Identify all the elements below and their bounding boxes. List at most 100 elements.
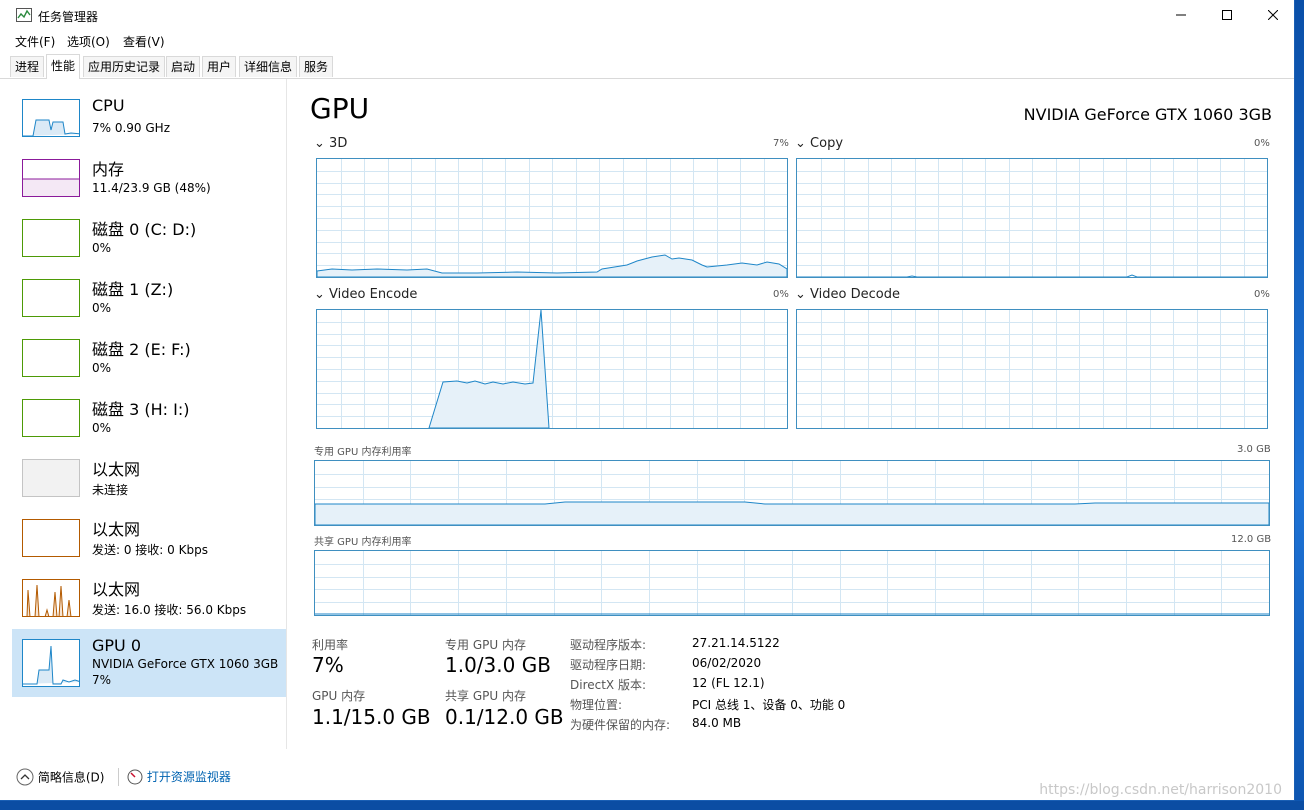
close-button[interactable]: [1250, 0, 1294, 30]
sidebar-item-detail: 11.4/23.9 GB (48%): [92, 181, 211, 195]
gridlines: [317, 159, 787, 277]
desktop-background: [0, 801, 1304, 810]
tab-details[interactable]: 详细信息: [239, 56, 298, 77]
gridlines: [315, 551, 1269, 615]
sidebar-item-disk0[interactable]: 磁盘 0 (C: D:) 0%: [12, 209, 286, 269]
driver-version-label: 驱动程序版本:: [570, 638, 647, 652]
ethernet-thumbnail: [22, 579, 80, 617]
graph-label: 3D: [329, 136, 348, 151]
sidebar-item-name: CPU: [92, 96, 125, 115]
sidebar-item-detail: 发送: 0 接收: 0 Kbps: [92, 543, 208, 557]
sidebar-item-disk3[interactable]: 磁盘 3 (H: I:) 0%: [12, 389, 286, 449]
directx-version-label: DirectX 版本:: [570, 678, 647, 692]
menu-file[interactable]: 文件(F): [15, 33, 55, 50]
menu-options[interactable]: 选项(O): [67, 33, 110, 50]
sidebar-item-name: 以太网: [92, 580, 141, 599]
sidebar-item-gpu0[interactable]: GPU 0 NVIDIA GeForce GTX 1060 3GB 7%: [12, 629, 286, 697]
graph-video-decode: [796, 309, 1268, 429]
chevron-down-icon: ⌄: [795, 287, 806, 302]
sidebar-item-name: 以太网: [92, 520, 141, 539]
graph-copy-percent: 0%: [1254, 138, 1270, 149]
graph-video-decode-dropdown[interactable]: ⌄ Video Decode: [795, 287, 900, 302]
fewer-details-button[interactable]: 简略信息(D): [16, 768, 104, 786]
driver-date-value: 06/02/2020: [692, 656, 762, 670]
footer-divider: [118, 768, 119, 786]
tab-app-history[interactable]: 应用历史记录: [83, 56, 166, 77]
sidebar-item-ethernet-1[interactable]: 以太网 发送: 0 接收: 0 Kbps: [12, 509, 286, 569]
sidebar-item-detail: 0%: [92, 301, 112, 315]
sidebar-item-percent: 7%: [92, 673, 112, 687]
directx-version-value: 12 (FL 12.1): [692, 676, 765, 690]
graph-shared-memory-plot: [315, 551, 1269, 615]
graph-copy-dropdown[interactable]: ⌄ Copy: [795, 136, 843, 151]
physical-location-label: 物理位置:: [570, 698, 623, 712]
sidebar-item-detail: NVIDIA GeForce GTX 1060 3GB: [92, 657, 279, 671]
graph-label: Video Encode: [329, 287, 418, 302]
graph-video-encode-plot: [317, 310, 787, 428]
gpu-memory-stat-value: 1.1/15.0 GB: [312, 705, 431, 729]
chevron-down-icon: ⌄: [314, 287, 325, 302]
sidebar-item-name: 以太网: [92, 460, 141, 479]
physical-location-value: PCI 总线 1、设备 0、功能 0: [692, 698, 846, 712]
sidebar-item-ethernet-disconnected[interactable]: 以太网 未连接: [12, 449, 286, 509]
resource-list: CPU 7% 0.90 GHz 内存 11.4/23.9 GB (48%) 磁盘…: [0, 79, 287, 749]
gpu-memory-stat-label: GPU 内存: [312, 689, 366, 703]
fewer-details-label: 简略信息(D): [37, 770, 105, 785]
tab-services[interactable]: 服务: [299, 56, 334, 77]
utilization-value: 7%: [312, 653, 344, 677]
sidebar-item-name: GPU 0: [92, 636, 142, 655]
graph-dedicated-memory-plot: [315, 461, 1269, 525]
tab-startup[interactable]: 启动: [166, 56, 201, 77]
dedicated-memory-stat-value: 1.0/3.0 GB: [445, 653, 551, 677]
sidebar-item-detail: 0%: [92, 241, 112, 255]
gpu-model-name: NVIDIA GeForce GTX 1060 3GB: [1023, 105, 1272, 124]
menu-view[interactable]: 查看(V): [123, 33, 165, 50]
driver-version-value: 27.21.14.5122: [692, 636, 780, 650]
disk-thumbnail: [22, 219, 80, 257]
sidebar-item-name: 磁盘 0 (C: D:): [92, 220, 197, 239]
graph-3d-dropdown[interactable]: ⌄ 3D: [314, 136, 347, 151]
desktop-background: [1295, 0, 1304, 810]
watermark-url: https://blog.csdn.net/harrison2010: [1039, 782, 1282, 798]
tab-processes[interactable]: 进程: [10, 56, 45, 77]
open-resource-monitor-link[interactable]: 打开资源监视器: [127, 768, 231, 785]
sidebar-item-detail: 发送: 16.0 接收: 56.0 Kbps: [92, 603, 247, 617]
maximize-button[interactable]: [1204, 0, 1250, 30]
ethernet-thumbnail: [22, 519, 80, 557]
sidebar-item-disk2[interactable]: 磁盘 2 (E: F:) 0%: [12, 329, 286, 389]
sidebar-item-memory[interactable]: 内存 11.4/23.9 GB (48%): [12, 149, 286, 209]
title-bar: 任务管理器: [0, 0, 1294, 30]
disk-thumbnail: [22, 339, 80, 377]
graph-copy: [796, 158, 1268, 278]
minimize-icon: [1176, 14, 1186, 16]
graph-shared-memory: [314, 550, 1270, 616]
sidebar-item-detail: 7% 0.90 GHz: [92, 121, 171, 135]
open-resource-monitor-label: 打开资源监视器: [146, 770, 231, 784]
chevron-up-circle-icon: [16, 768, 34, 786]
shared-memory-stat-value: 0.1/12.0 GB: [445, 705, 564, 729]
sidebar-item-name: 磁盘 3 (H: I:): [92, 400, 190, 419]
graph-3d: [316, 158, 788, 278]
cpu-thumbnail: [22, 99, 80, 137]
sidebar-item-disk1[interactable]: 磁盘 1 (Z:) 0%: [12, 269, 286, 329]
shared-memory-label: 共享 GPU 内存利用率: [314, 537, 412, 548]
tab-performance[interactable]: 性能: [46, 54, 81, 79]
sidebar-item-name: 磁盘 2 (E: F:): [92, 340, 191, 359]
sidebar-item-cpu[interactable]: CPU 7% 0.90 GHz: [12, 89, 286, 149]
graph-video-decode-percent: 0%: [1254, 289, 1270, 300]
disk-thumbnail: [22, 399, 80, 437]
graph-3d-percent: 7%: [773, 138, 789, 149]
sidebar-item-detail: 未连接: [92, 483, 129, 497]
graph-video-encode-dropdown[interactable]: ⌄ Video Encode: [314, 287, 417, 302]
graph-video-encode-percent: 0%: [773, 289, 789, 300]
sidebar-item-ethernet-2[interactable]: 以太网 发送: 16.0 接收: 56.0 Kbps: [12, 569, 286, 629]
gridlines: [317, 310, 787, 428]
minimize-button[interactable]: [1158, 0, 1204, 30]
gridlines: [797, 310, 1267, 428]
tab-users[interactable]: 用户: [202, 56, 237, 77]
graph-dedicated-memory: [314, 460, 1270, 526]
disk-thumbnail: [22, 279, 80, 317]
task-manager-window: 任务管理器 文件(F) 选项(O) 查看(V) 进程 性能 应用历史记录 启动 …: [0, 0, 1295, 801]
graph-copy-plot: [797, 159, 1267, 277]
maximize-icon: [1222, 10, 1232, 20]
